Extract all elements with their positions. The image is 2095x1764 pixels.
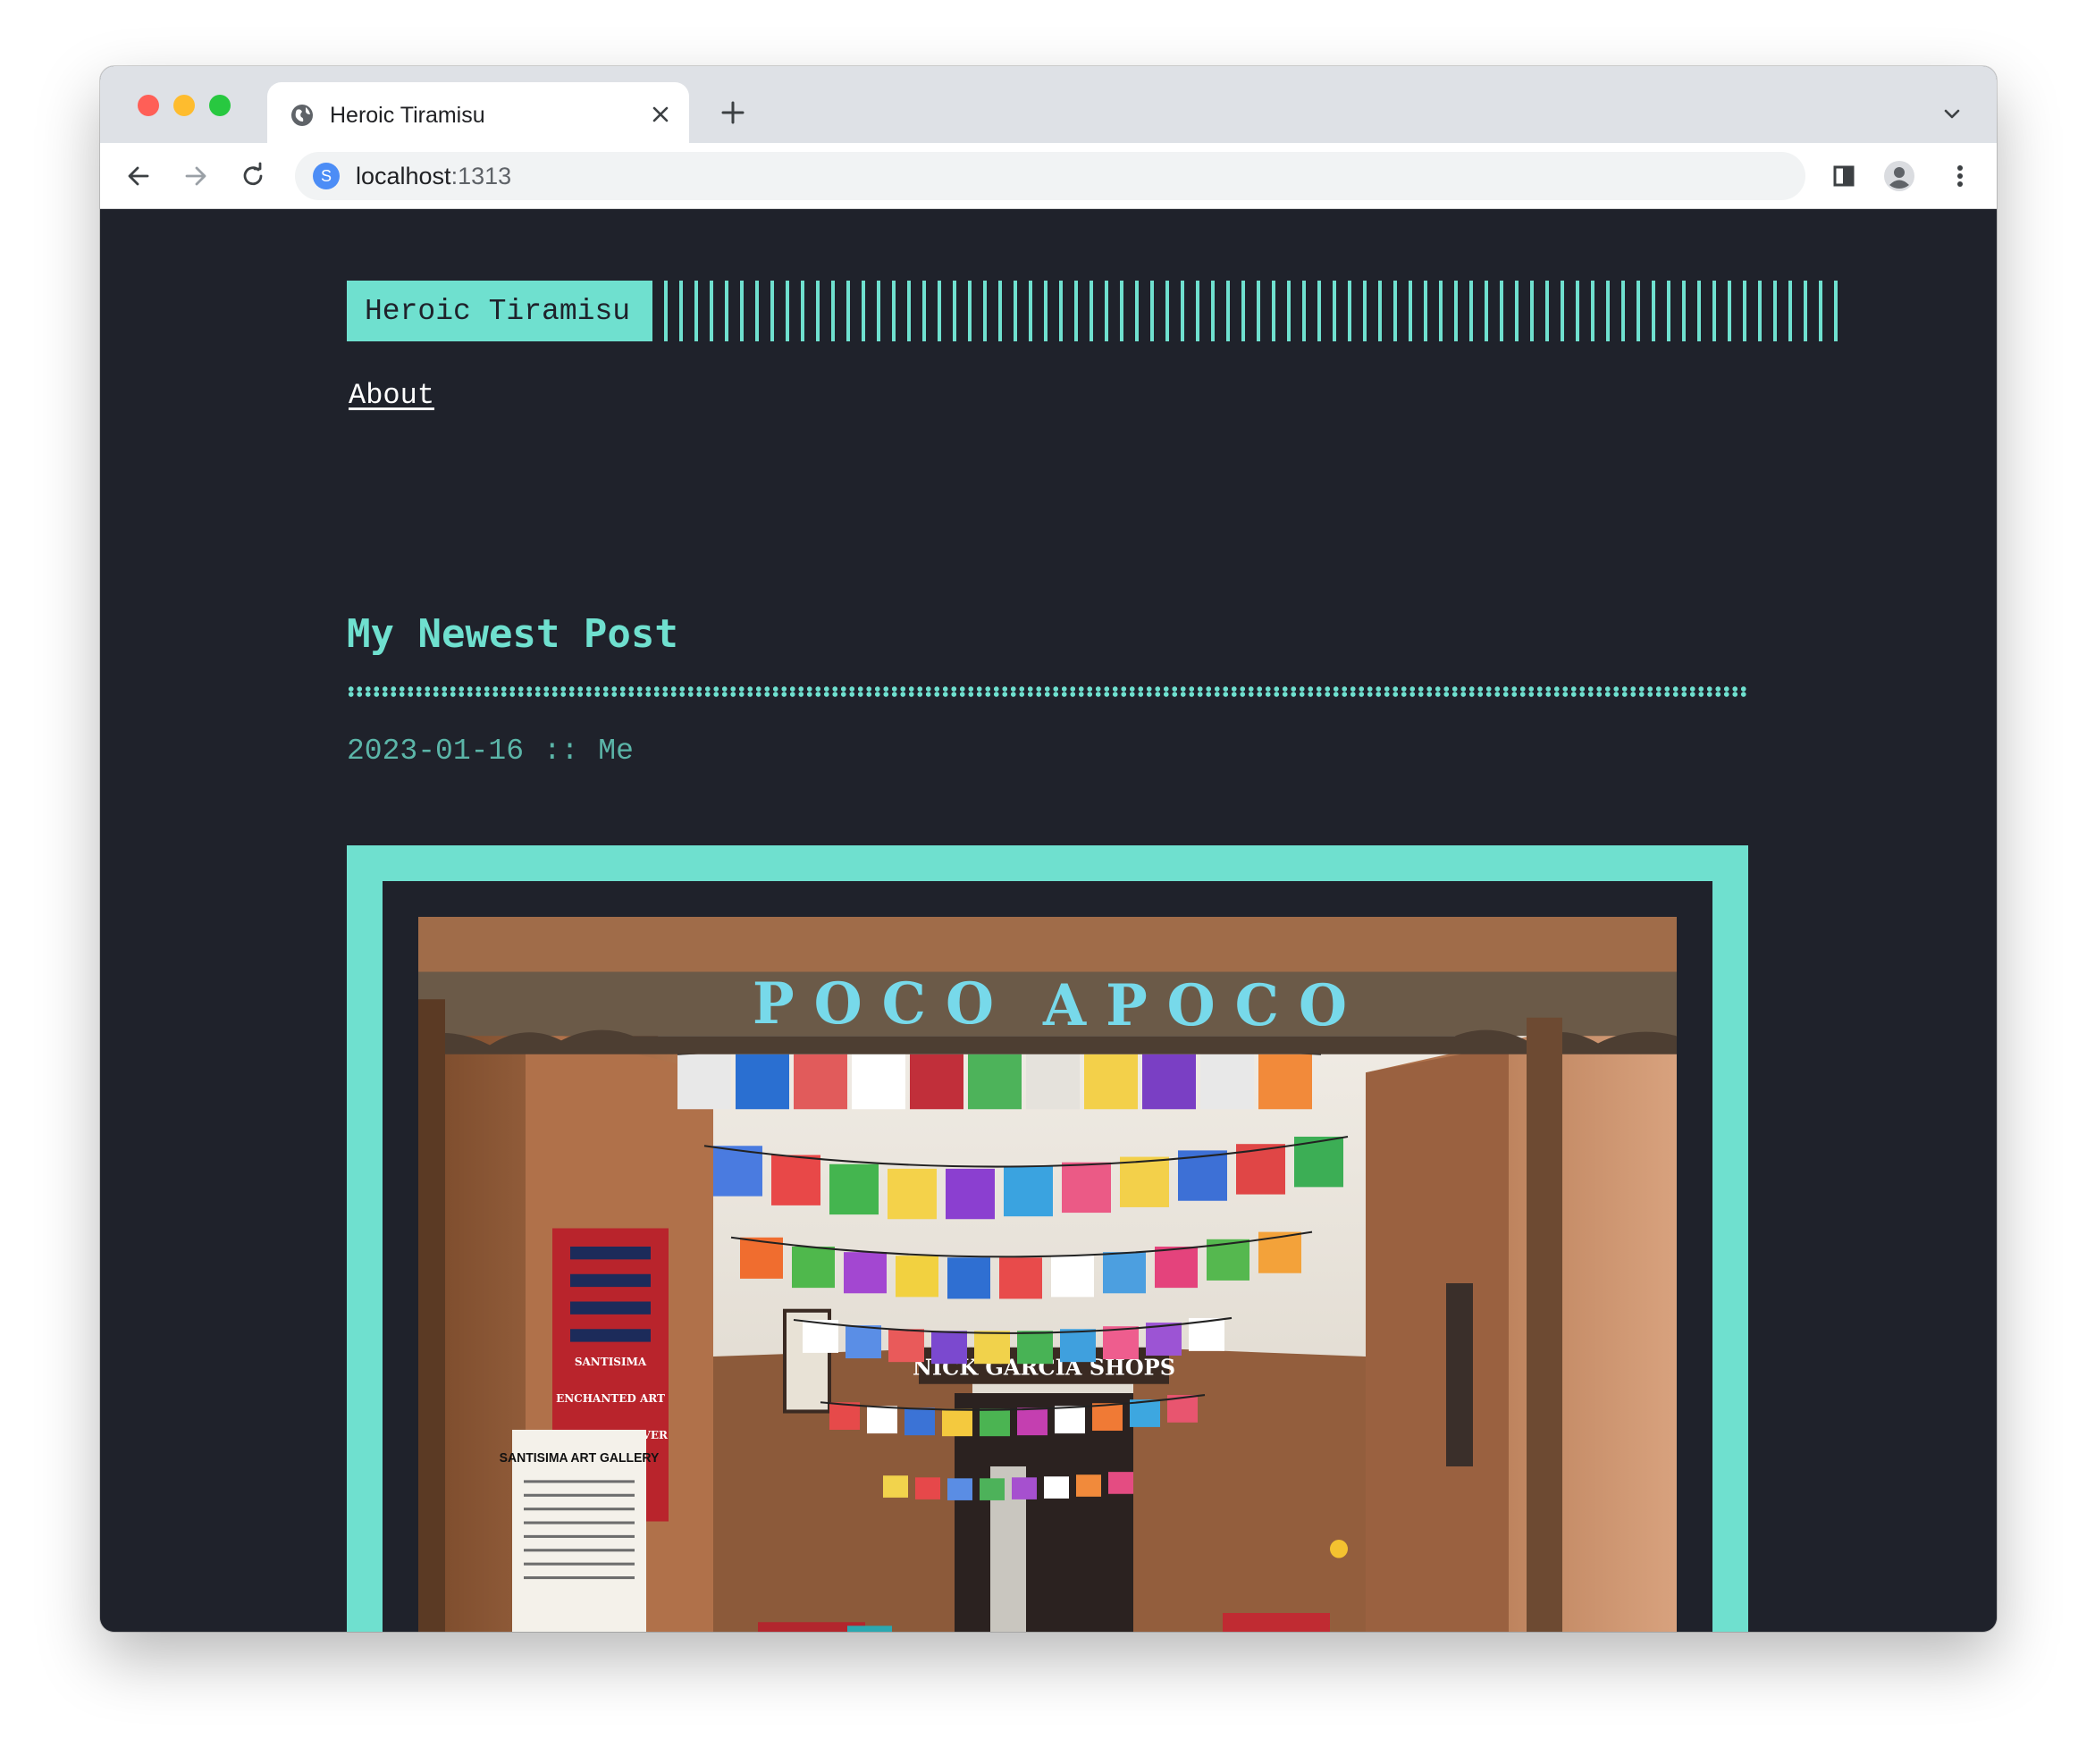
cover-image: NICK GARCIA SHOPS SANTISIMA ENCHANTED AR…	[418, 917, 1677, 1632]
red-sign-line-2: ENCHANTED ART	[556, 1392, 665, 1405]
close-window-button[interactable]	[138, 95, 159, 116]
cover-sign-text-2: APOCO	[1042, 971, 1367, 1038]
minimize-window-button[interactable]	[173, 95, 195, 116]
url-port: :1313	[450, 163, 512, 189]
browser-toolbar: S localhost:1313	[100, 143, 1997, 209]
red-sign-line-1: SANTISIMA	[575, 1356, 647, 1368]
post-author: Me	[598, 735, 634, 768]
site-logo[interactable]: Heroic Tiramisu	[347, 281, 1847, 341]
cover-sign-text: POCO	[753, 970, 1014, 1037]
side-panel-icon[interactable]	[1827, 159, 1861, 193]
address-bar[interactable]: S localhost:1313	[295, 152, 1805, 200]
page-content: Heroic Tiramisu About My Newest Post 202…	[100, 209, 1997, 1632]
back-arrow-icon[interactable]	[123, 161, 154, 191]
profile-icon[interactable]	[1882, 159, 1916, 193]
post-title[interactable]: My Newest Post	[347, 611, 678, 657]
meta-separator: ::	[543, 735, 579, 768]
browser-tab[interactable]: Heroic Tiramisu	[267, 82, 689, 143]
url-host: localhost	[356, 163, 451, 189]
site-info-icon[interactable]: S	[313, 163, 340, 189]
nav-link-about[interactable]: About	[349, 379, 434, 412]
site-logo-text: Heroic Tiramisu	[347, 281, 652, 341]
url-text: localhost:1313	[356, 163, 511, 189]
post-cover: NICK GARCIA SHOPS SANTISIMA ENCHANTED AR…	[347, 845, 1748, 1632]
logo-decoration	[649, 281, 1847, 341]
globe-icon	[291, 105, 313, 126]
forward-arrow-icon[interactable]	[181, 161, 211, 191]
post-date: 2023-01-16	[347, 735, 525, 768]
tab-strip: Heroic Tiramisu	[100, 66, 1997, 143]
close-icon[interactable]	[648, 102, 673, 127]
plus-icon[interactable]	[719, 98, 747, 127]
tab-title: Heroic Tiramisu	[330, 103, 485, 128]
browser-window: Heroic Tiramisu S localhost:1313 Heroic …	[100, 66, 1997, 1632]
chevron-down-icon[interactable]	[1939, 102, 1965, 127]
post-cover-frame: NICK GARCIA SHOPS SANTISIMA ENCHANTED AR…	[383, 881, 1712, 1632]
reload-icon[interactable]	[238, 161, 268, 191]
cover-photo: NICK GARCIA SHOPS SANTISIMA ENCHANTED AR…	[418, 917, 1677, 1632]
title-divider	[347, 686, 1748, 697]
kebab-menu-icon[interactable]	[1943, 159, 1977, 193]
gallery-sign-title: SANTISIMA ART GALLERY	[500, 1451, 660, 1466]
post-meta: 2023-01-16 :: Me	[347, 735, 634, 768]
maximize-window-button[interactable]	[209, 95, 231, 116]
